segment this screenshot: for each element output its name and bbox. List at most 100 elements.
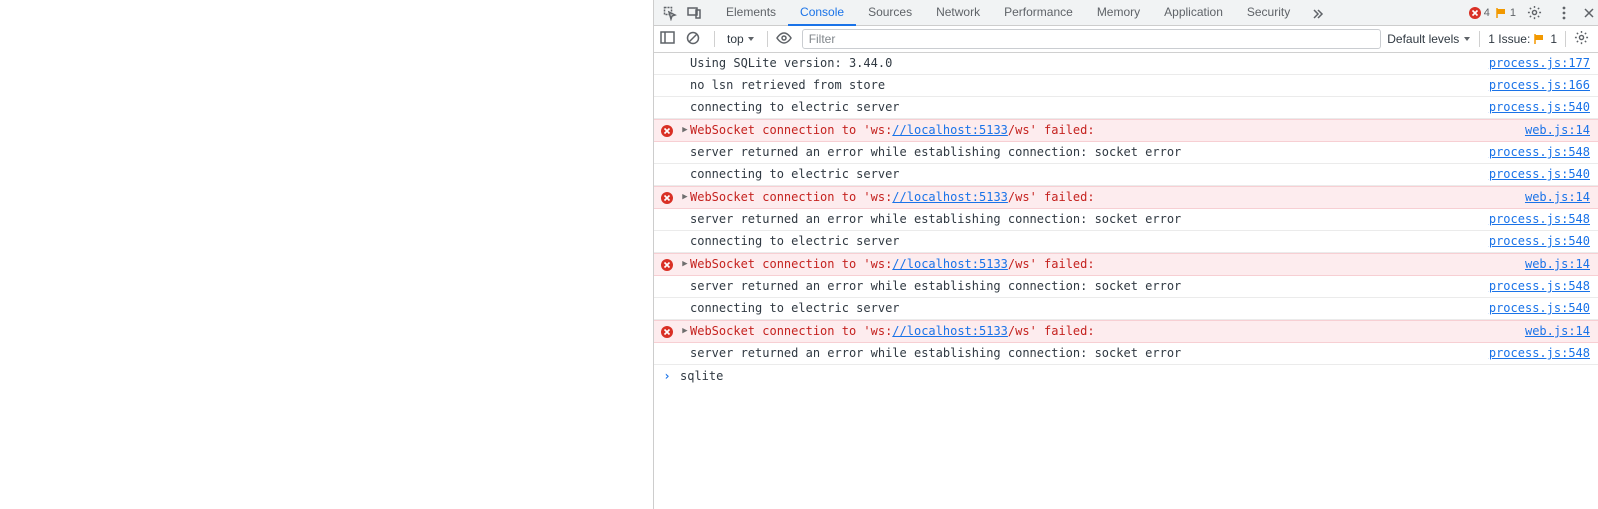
execution-context-selector[interactable]: top [723,30,759,48]
toolbar-separator [714,31,715,47]
ws-url-link[interactable]: //localhost:5133 [892,190,1008,204]
source-link-cell: process.js:548 [1489,345,1598,362]
prompt-input-text[interactable]: sqlite [680,367,723,385]
console-filter-input[interactable] [802,29,1382,49]
expand-arrow-icon[interactable]: ▶ [680,189,690,206]
log-gutter [654,278,680,280]
expand-arrow-icon[interactable]: ▶ [680,256,690,273]
issues-label: 1 Issue: [1488,32,1530,46]
console-message-text: server returned an error while establish… [690,345,1489,362]
console-error-row: ▶WebSocket connection to 'ws://localhost… [654,119,1598,142]
tab-console[interactable]: Console [788,0,856,26]
source-link[interactable]: process.js:166 [1489,78,1590,92]
source-link[interactable]: web.js:14 [1525,324,1590,338]
error-icon [654,189,680,205]
expand-arrow-icon[interactable]: ▶ [680,122,690,139]
source-link-cell: web.js:14 [1525,189,1598,206]
log-level-selector[interactable]: Default levels [1387,32,1471,46]
source-link-cell: web.js:14 [1525,323,1598,340]
source-link[interactable]: process.js:548 [1489,279,1590,293]
console-log-row: server returned an error while establish… [654,276,1598,298]
source-link[interactable]: process.js:540 [1489,167,1590,181]
ws-url-link[interactable]: //localhost:5133 [892,324,1008,338]
page-blank-area [0,0,653,509]
log-gutter [654,144,680,146]
tab-sources[interactable]: Sources [856,0,924,26]
toolbar-separator [1479,31,1480,47]
prompt-chevron-icon: › [654,367,680,385]
console-toolbar: top Default levels 1 Issue: 1 [654,26,1598,53]
tab-application[interactable]: Application [1152,0,1235,26]
source-link[interactable]: web.js:14 [1525,190,1590,204]
source-link-cell: process.js:540 [1489,300,1598,317]
console-log-row: server returned an error while establish… [654,343,1598,365]
expand-arrow-icon[interactable]: ▶ [680,323,690,340]
console-message-text: connecting to electric server [690,233,1489,250]
source-link-cell: process.js:540 [1489,233,1598,250]
kebab-menu-icon[interactable] [1552,1,1576,25]
devtools-tabstrip: ElementsConsoleSourcesNetworkPerformance… [654,0,1598,26]
live-expression-icon[interactable] [776,32,796,47]
close-devtools-icon[interactable] [1582,1,1596,25]
source-link-cell: process.js:540 [1489,166,1598,183]
issue-count-value: 1 [1510,7,1516,19]
log-gutter [654,233,680,235]
source-link[interactable]: web.js:14 [1525,123,1590,137]
devtools-panel: ElementsConsoleSourcesNetworkPerformance… [653,0,1598,509]
console-prompt[interactable]: ›sqlite [654,365,1598,387]
console-log-row: connecting to electric serverprocess.js:… [654,231,1598,253]
console-log-row: connecting to electric serverprocess.js:… [654,164,1598,186]
toggle-sidebar-icon[interactable] [660,31,680,47]
settings-gear-icon[interactable] [1522,1,1546,25]
issues-count-value: 1 [1550,32,1557,46]
tab-performance[interactable]: Performance [992,0,1085,26]
tab-network[interactable]: Network [924,0,992,26]
console-message-text: server returned an error while establish… [690,144,1489,161]
tab-memory[interactable]: Memory [1085,0,1152,26]
console-log-row: Using SQLite version: 3.44.0process.js:1… [654,53,1598,75]
source-link-cell: process.js:166 [1489,77,1598,94]
console-error-row: ▶WebSocket connection to 'ws://localhost… [654,320,1598,343]
source-link[interactable]: process.js:540 [1489,100,1590,114]
ws-url-link[interactable]: //localhost:5133 [892,257,1008,271]
source-link-cell: process.js:177 [1489,55,1598,72]
clear-console-icon[interactable] [686,31,706,48]
source-link-cell: process.js:548 [1489,211,1598,228]
issue-count-badge[interactable]: 1 [1496,7,1516,19]
source-link[interactable]: process.js:540 [1489,301,1590,315]
inspect-element-icon[interactable] [658,1,682,25]
device-toolbar-icon[interactable] [682,1,706,25]
source-link[interactable]: process.js:548 [1489,145,1590,159]
source-link-cell: web.js:14 [1525,122,1598,139]
source-link[interactable]: web.js:14 [1525,257,1590,271]
more-tabs-icon[interactable] [1306,1,1330,25]
ws-url-link[interactable]: //localhost:5133 [892,123,1008,137]
console-log-row: server returned an error while establish… [654,142,1598,164]
source-link[interactable]: process.js:540 [1489,234,1590,248]
issues-summary[interactable]: 1 Issue: 1 [1488,32,1557,46]
source-link[interactable]: process.js:548 [1489,212,1590,226]
log-gutter [654,211,680,213]
console-message-text: server returned an error while establish… [690,278,1489,295]
console-message-text: WebSocket connection to 'ws://localhost:… [690,189,1525,206]
error-count-badge[interactable]: 4 [1468,6,1490,20]
console-log-row: server returned an error while establish… [654,209,1598,231]
console-message-text: server returned an error while establish… [690,211,1489,228]
tab-security[interactable]: Security [1235,0,1302,26]
source-link[interactable]: process.js:548 [1489,346,1590,360]
console-log-row: connecting to electric serverprocess.js:… [654,97,1598,119]
log-gutter [654,55,680,57]
console-message-text: connecting to electric server [690,99,1489,116]
console-message-text: WebSocket connection to 'ws://localhost:… [690,323,1525,340]
issue-flag-icon [1534,34,1546,44]
console-settings-gear-icon[interactable] [1574,30,1592,48]
console-message-text: no lsn retrieved from store [690,77,1489,94]
console-message-text: connecting to electric server [690,300,1489,317]
source-link[interactable]: process.js:177 [1489,56,1590,70]
tab-elements[interactable]: Elements [714,0,788,26]
source-link-cell: process.js:548 [1489,278,1598,295]
console-message-text: connecting to electric server [690,166,1489,183]
error-icon [654,256,680,272]
log-gutter [654,166,680,168]
console-output[interactable]: Using SQLite version: 3.44.0process.js:1… [654,53,1598,509]
